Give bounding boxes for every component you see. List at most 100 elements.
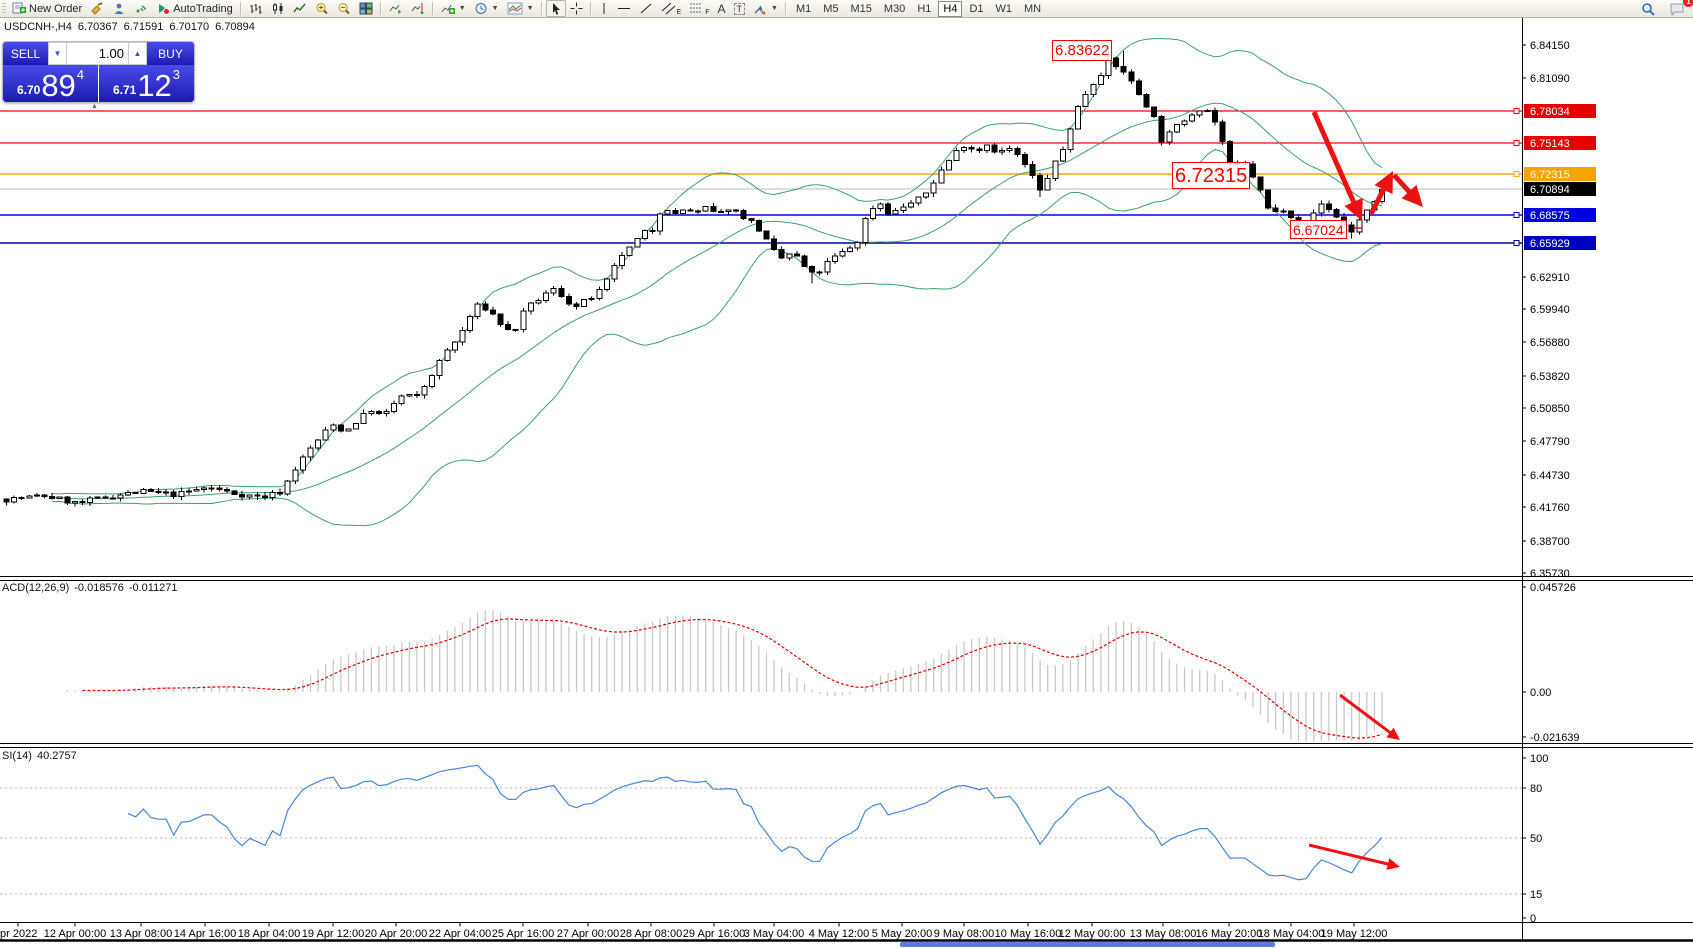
candlestick-chart-button[interactable]	[267, 0, 289, 17]
text-icon: A	[717, 2, 725, 16]
label-tool-button[interactable]: T	[730, 0, 750, 17]
candle-body	[696, 211, 701, 212]
tile-windows-icon	[359, 2, 373, 15]
volume-input[interactable]	[67, 42, 128, 65]
candle-body	[741, 211, 746, 219]
shapes-tool-button[interactable]: ▼	[749, 0, 782, 17]
brush-button[interactable]	[86, 0, 108, 17]
label-icon: T	[734, 3, 746, 15]
line-anchor-handle[interactable]	[1514, 141, 1519, 146]
autotrading-button[interactable]: AutoTrading	[152, 0, 237, 17]
buy-price[interactable]: 6.71 12 3	[99, 65, 194, 102]
price-tick-label: 6.62910	[1530, 272, 1570, 284]
candle-body	[551, 289, 556, 294]
candle-body	[764, 231, 769, 239]
chat-button[interactable]: 1	[1665, 0, 1689, 17]
timeframe-m5-button[interactable]: M5	[818, 1, 843, 17]
candle-body	[589, 298, 594, 299]
candle-body	[1364, 210, 1369, 220]
channel-label: E	[677, 9, 682, 16]
candle-body	[840, 251, 845, 256]
trendline-tool-button[interactable]	[635, 0, 657, 17]
zoom-in-button[interactable]	[311, 0, 333, 17]
chevron-down-icon: ▼	[492, 5, 499, 12]
sell-button[interactable]: SELL	[3, 42, 48, 65]
candle-body	[711, 207, 716, 212]
timeframe-d1-button[interactable]: D1	[964, 1, 988, 17]
candle-body	[513, 329, 518, 330]
line-anchor-handle[interactable]	[1514, 213, 1519, 218]
candle-body	[749, 219, 754, 221]
time-tick-label: 13 Apr 08:00	[110, 928, 172, 940]
candle-body	[285, 481, 290, 494]
line-chart-button[interactable]	[289, 0, 311, 17]
timeframe-m15-button[interactable]: M15	[846, 1, 877, 17]
candle-body	[1250, 164, 1255, 177]
tile-windows-button[interactable]	[355, 0, 377, 17]
candle-body	[118, 495, 123, 498]
time-tick-label: 27 Apr 00:00	[557, 928, 619, 940]
templates-button[interactable]: ▼	[503, 0, 538, 17]
buy-button[interactable]: BUY	[147, 42, 194, 65]
timeframe-m30-button[interactable]: M30	[879, 1, 910, 17]
candle-body	[688, 210, 693, 211]
volume-decrease-button[interactable]: ▼	[48, 42, 67, 65]
price-annotation-high[interactable]: 6.83622	[1052, 40, 1112, 61]
cursor-tool-button[interactable]	[546, 0, 566, 17]
bar-chart-button[interactable]	[245, 0, 267, 17]
timeframe-h1-button[interactable]: H1	[912, 1, 936, 17]
add-indicator-button[interactable]: ▼	[437, 0, 470, 17]
auto-scroll-button[interactable]	[385, 0, 407, 17]
periods-button[interactable]: ▼	[470, 0, 503, 17]
timeframe-w1-button[interactable]: W1	[991, 1, 1018, 17]
new-order-button[interactable]: New Order	[8, 0, 86, 17]
rsi-tick-label: 15	[1530, 889, 1542, 901]
timeframe-h4-button[interactable]: H4	[938, 1, 962, 17]
line-anchor-handle[interactable]	[1514, 172, 1519, 177]
rsi-line	[128, 765, 1382, 879]
candle-body	[855, 243, 860, 248]
vertical-line-tool-button[interactable]	[595, 0, 613, 17]
candle-body	[916, 197, 921, 203]
channel-tool-button[interactable]: E	[657, 0, 686, 17]
volume-increase-button[interactable]: ▲	[128, 42, 147, 65]
candle-body	[445, 350, 450, 361]
trend-arrow[interactable]	[1309, 845, 1394, 865]
antenna-button[interactable]	[130, 0, 152, 17]
horizontal-line-tool-button[interactable]	[613, 0, 635, 17]
crosshair-tool-button[interactable]	[566, 0, 587, 17]
cursor-icon	[550, 2, 562, 15]
fibonacci-tool-button[interactable]: F	[685, 0, 713, 17]
candle-body	[50, 497, 55, 499]
panel-collapse-arrow[interactable]: ▲	[91, 103, 98, 110]
line-anchor-handle[interactable]	[1514, 241, 1519, 246]
time-tick-label: 19 May 12:00	[1321, 928, 1388, 940]
candle-body	[354, 424, 359, 429]
chart-shift-button[interactable]	[407, 0, 429, 17]
sell-price[interactable]: 6.70 89 4	[3, 65, 98, 102]
fibonacci-label: F	[705, 9, 709, 16]
price-tag-label: 6.70894	[1530, 184, 1570, 196]
timeframe-mn-button[interactable]: MN	[1019, 1, 1046, 17]
search-button[interactable]	[1637, 0, 1659, 17]
candle-body	[604, 279, 609, 290]
line-anchor-handle[interactable]	[1514, 109, 1519, 114]
zoom-out-button[interactable]	[333, 0, 355, 17]
candle-body	[939, 170, 944, 183]
macd-indicator	[67, 610, 1382, 742]
chevron-down-icon: ▼	[54, 49, 62, 58]
chart-shift-icon	[411, 2, 425, 15]
timeframe-m1-button[interactable]: M1	[791, 1, 816, 17]
candle-body	[475, 304, 480, 316]
toolbar-grip[interactable]	[2, 3, 6, 15]
candle-body	[422, 386, 427, 395]
chart-canvas[interactable]: 6.841506.810906.629106.599406.568806.538…	[0, 0, 1693, 948]
candle-body	[452, 342, 457, 350]
price-annotation-low[interactable]: 6.67024	[1290, 220, 1347, 239]
arrow-head[interactable]	[1386, 858, 1400, 870]
price-annotation-mid[interactable]: 6.72315	[1172, 162, 1250, 189]
text-tool-button[interactable]: A	[713, 0, 729, 17]
trend-arrow[interactable]	[1314, 112, 1358, 211]
horizontal-scrollbar[interactable]	[900, 942, 1275, 947]
person-button[interactable]	[108, 0, 130, 17]
